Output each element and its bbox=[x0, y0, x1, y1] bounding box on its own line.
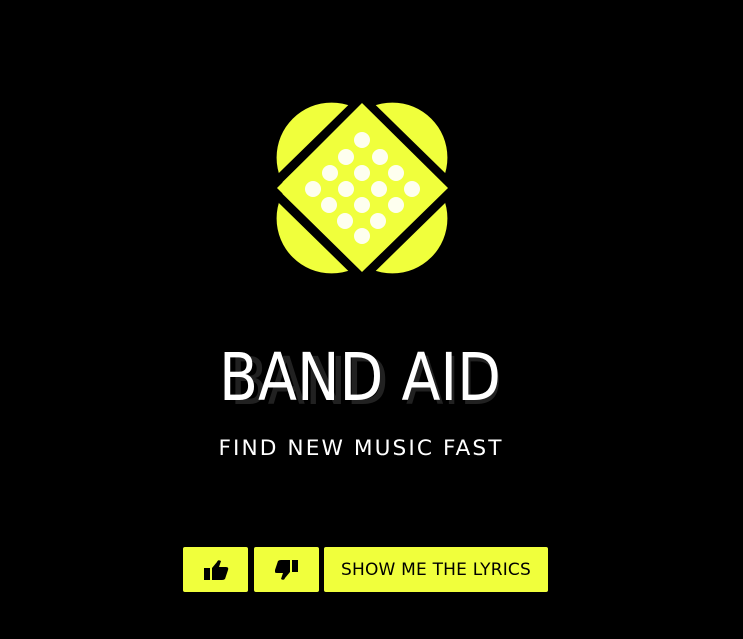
like-button[interactable] bbox=[183, 547, 248, 592]
action-bar: SHOW ME THE LYRICS bbox=[183, 547, 548, 592]
thumbs-down-icon bbox=[274, 559, 298, 580]
show-lyrics-label: SHOW ME THE LYRICS bbox=[341, 559, 531, 580]
show-lyrics-button[interactable]: SHOW ME THE LYRICS bbox=[324, 547, 548, 592]
tagline: FIND NEW MUSIC FAST bbox=[219, 436, 504, 460]
dislike-button[interactable] bbox=[254, 547, 319, 592]
crossed-bandage-icon bbox=[266, 94, 458, 282]
thumbs-up-icon bbox=[203, 559, 228, 580]
brand-name: BAND AID bbox=[219, 339, 501, 416]
band-aid-logo: BAND AID BAND AID FIND NEW MUSIC FAST bbox=[219, 94, 504, 460]
